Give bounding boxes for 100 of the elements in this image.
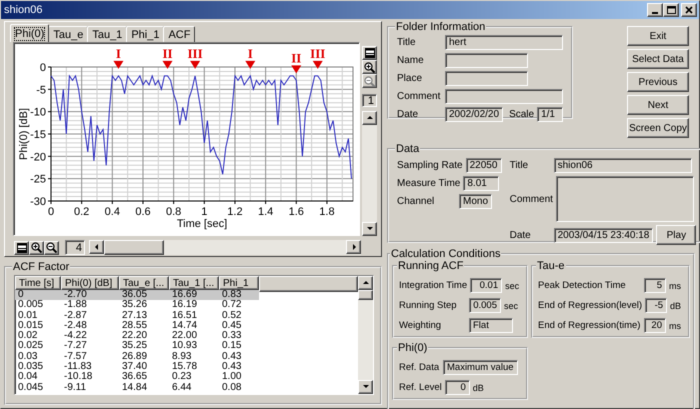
scroll-thumb[interactable] <box>104 240 164 255</box>
text-field[interactable]: Maximum value <box>443 360 518 375</box>
tab[interactable]: Phi(0) <box>10 24 50 42</box>
annotation: II <box>291 50 302 66</box>
field-label: Channel <box>397 196 436 207</box>
column-header[interactable]: Phi_1 <box>219 276 259 290</box>
fit-view-button[interactable] <box>362 46 377 60</box>
down-arrow-icon <box>366 225 374 233</box>
field-label: Measure Time <box>397 178 462 189</box>
table-cell-text: -1.88 <box>63 300 88 311</box>
zoom-level-field[interactable]: 1 <box>362 94 377 107</box>
table-cell-text: 15.78 <box>171 362 198 372</box>
field-label: Ref. Level <box>399 382 443 393</box>
text-field[interactable]: Flat <box>469 318 513 333</box>
text-field[interactable]: 0.005 <box>469 298 501 313</box>
column-header[interactable]: Tau_1 [... <box>169 276 219 290</box>
command-button[interactable]: Exit <box>627 26 689 46</box>
fit-view-button[interactable] <box>14 240 29 254</box>
text-field[interactable] <box>445 71 528 86</box>
table-cell-text: 0.52 <box>221 310 242 321</box>
table-cell-text: 36.05 <box>121 290 148 300</box>
table-cell-text: 0.025 <box>17 341 44 352</box>
table-cell-text: 35.25 <box>121 341 148 352</box>
zoom-in-icon <box>31 242 42 253</box>
table-row[interactable]: 0.005 -1.88 35.26 16.19 0.72 <box>15 300 259 311</box>
horizontal-scrollbar[interactable] <box>89 240 361 255</box>
table-row[interactable]: 0 -2.70 36.05 16.69 0.83 <box>15 290 259 300</box>
tab[interactable]: Tau_e <box>48 26 88 42</box>
maximize-button[interactable] <box>663 3 679 17</box>
group-title: Folder Information <box>395 21 486 33</box>
group-title: Calculation Conditions <box>390 248 502 260</box>
table-row[interactable]: 0.03 -7.57 26.89 8.93 0.43 <box>15 352 259 362</box>
column-header[interactable]: Phi(0) [dB] <box>61 276 119 290</box>
zoom-level-field[interactable]: 4 <box>65 240 85 255</box>
field-label: Place <box>397 73 424 84</box>
text-field[interactable]: 2003/04/15 23:40:18 <box>554 228 654 242</box>
table-row[interactable]: 0.04 -10.18 36.65 0.23 1.00 <box>15 372 259 383</box>
text-field[interactable]: -5 <box>645 298 668 313</box>
minimize-button[interactable] <box>647 3 663 17</box>
table-row[interactable]: 0.045 -9.11 14.84 6.44 0.08 <box>15 382 259 393</box>
vertical-scrollbar[interactable] <box>362 111 377 236</box>
text-field[interactable] <box>445 89 563 104</box>
play-button[interactable]: Play <box>656 225 696 245</box>
field-label: Ref. Data <box>399 362 440 373</box>
text-field[interactable]: 8.01 <box>463 176 500 191</box>
zoom-out-button[interactable] <box>44 240 59 254</box>
table-row[interactable]: 0.015 -2.48 28.55 14.74 0.45 <box>15 320 259 332</box>
table-row[interactable]: 0.01 -2.87 27.13 16.51 0.52 <box>15 310 259 321</box>
command-button[interactable]: Select Data <box>627 49 689 69</box>
command-button[interactable]: Next <box>627 95 689 115</box>
text-field[interactable]: 1/1 <box>537 107 564 122</box>
axis-tick-label: 0.6 <box>135 206 151 218</box>
table-row[interactable]: 0.02 -4.22 22.20 22.00 0.33 <box>15 331 259 342</box>
tab[interactable]: Tau_1 <box>87 26 128 42</box>
text-field[interactable]: Mono <box>459 194 492 209</box>
table-cell-text: -11.83 <box>63 362 93 372</box>
field-label: Date <box>510 230 532 240</box>
command-button[interactable]: Screen Copy <box>627 118 689 138</box>
text-field[interactable] <box>556 176 694 222</box>
table-cell-text: 16.19 <box>171 300 198 311</box>
text-field[interactable]: hert <box>445 35 563 50</box>
scroll-arrow-button[interactable] <box>358 276 373 290</box>
scroll-arrow-button[interactable] <box>358 380 373 394</box>
group-title: Phi(0) <box>397 342 428 354</box>
scroll-arrow-button[interactable] <box>362 222 377 236</box>
annotation: II <box>162 46 173 61</box>
text-field[interactable]: 0 <box>444 380 470 395</box>
tab[interactable]: Phi_1 <box>126 26 164 42</box>
text-field[interactable]: 0.01 <box>470 278 502 293</box>
table-row[interactable]: 0.035 -11.83 37.40 15.78 0.43 <box>15 362 259 372</box>
column-header[interactable]: Time [s] <box>15 276 61 290</box>
text-field[interactable] <box>445 53 528 68</box>
field-label: Date <box>397 109 420 120</box>
up-arrow-icon <box>366 114 374 122</box>
scroll-thumb[interactable] <box>358 290 373 300</box>
unit-label: ms <box>669 280 681 290</box>
window-split-icon <box>364 48 374 58</box>
column-header[interactable]: Tau_e [... <box>119 276 169 290</box>
scroll-arrow-button[interactable] <box>362 111 377 125</box>
scroll-arrow-button[interactable] <box>346 240 361 254</box>
text-field[interactable]: 22050 <box>466 158 502 173</box>
scroll-arrow-button[interactable] <box>89 240 104 254</box>
command-button[interactable]: Previous <box>627 72 689 92</box>
close-button[interactable] <box>681 3 697 17</box>
table-cell-text: -10.18 <box>63 372 94 383</box>
close-icon <box>684 6 694 14</box>
table-row[interactable]: 0.025 -7.27 35.25 10.93 0.15 <box>15 341 259 352</box>
text-field[interactable]: 20 <box>644 318 666 333</box>
table-cell-text: 8.93 <box>171 352 192 362</box>
text-field[interactable]: 5 <box>644 278 666 293</box>
axis-title: Time [sec] <box>176 218 228 230</box>
table-cell-text: 10.93 <box>171 341 198 352</box>
tab[interactable]: ACF <box>163 26 196 42</box>
zoom-in-button[interactable] <box>362 60 377 74</box>
axis-tick-label: 1.8 <box>319 206 335 218</box>
zoom-in-button[interactable] <box>29 240 44 254</box>
text-field[interactable]: shion06 <box>554 158 692 173</box>
text-field[interactable]: 2002/02/20 <box>445 107 504 122</box>
field-label: Sampling Rate <box>397 160 464 171</box>
vertical-scrollbar[interactable] <box>358 276 373 394</box>
